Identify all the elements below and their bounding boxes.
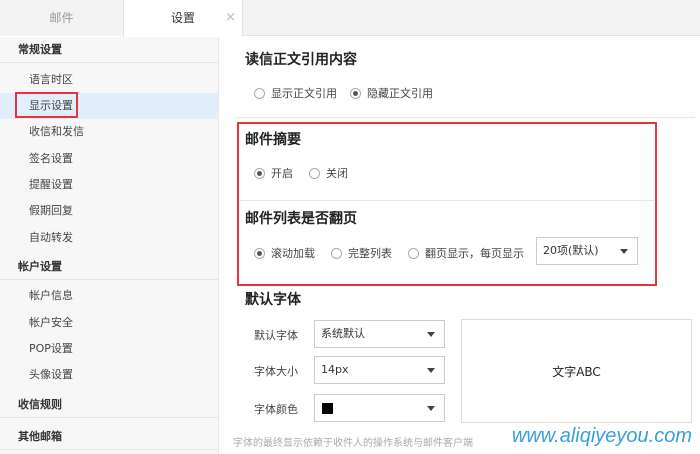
font-color-label: 字体颜色	[254, 403, 298, 416]
radio-circle	[350, 87, 361, 99]
radio-circle	[254, 167, 265, 179]
chevron-down-icon	[427, 332, 435, 337]
radio-circle	[254, 247, 265, 259]
radio-scroll-load[interactable]: 滚动加载	[254, 245, 315, 261]
paging-heading: 邮件列表是否翻页	[245, 211, 357, 227]
font-size-value: 14px	[321, 363, 349, 376]
chevron-down-icon	[427, 406, 435, 411]
sidebar-item-pop[interactable]: POP设置	[0, 336, 218, 362]
tab-bar: 邮件 设置 ×	[0, 0, 700, 37]
color-swatch	[322, 403, 333, 414]
per-page-value: 20项(默认)	[543, 244, 599, 257]
divider	[235, 117, 695, 118]
sidebar-item-avatar[interactable]: 头像设置	[0, 362, 218, 388]
font-preview: 文字ABC	[461, 319, 692, 423]
radio-circle	[254, 87, 265, 99]
sidebar-section-general[interactable]: 常规设置	[0, 37, 218, 63]
sidebar-section-other-mailbox[interactable]: 其他邮箱	[0, 424, 218, 450]
watermark: www.aliqiyeyou.com	[511, 425, 692, 447]
radio-label: 隐藏正文引用	[367, 87, 433, 100]
font-note: 字体的最终显示依赖于收件人的操作系统与邮件客户端	[233, 438, 473, 449]
radio-label: 滚动加载	[271, 247, 315, 260]
radio-label: 关闭	[326, 167, 348, 180]
radio-label: 完整列表	[348, 247, 392, 260]
settings-main: 读信正文引用内容 显示正文引用 隐藏正文引用 邮件摘要 开启 关闭 邮件列表是否…	[220, 37, 700, 454]
close-icon[interactable]: ×	[225, 0, 236, 36]
radio-paginate[interactable]: 翻页显示，每页显示	[408, 245, 524, 261]
font-heading: 默认字体	[245, 292, 301, 308]
per-page-select[interactable]: 20项(默认)	[536, 237, 638, 265]
radio-hide-quote[interactable]: 隐藏正文引用	[350, 85, 433, 101]
font-family-label: 默认字体	[254, 329, 298, 342]
radio-digest-on[interactable]: 开启	[254, 165, 293, 181]
divider	[240, 200, 654, 201]
sidebar-item-account-security[interactable]: 帐户安全	[0, 310, 218, 336]
sidebar-item-send-receive[interactable]: 收信和发信	[0, 119, 218, 145]
radio-label: 开启	[271, 167, 293, 180]
radio-circle	[408, 247, 419, 259]
chevron-down-icon	[620, 249, 628, 254]
sidebar-item-auto-forward[interactable]: 自动转发	[0, 225, 218, 251]
settings-sidebar: 常规设置 语言时区 显示设置 收信和发信 签名设置 提醒设置 假期回复 自动转发…	[0, 37, 219, 454]
radio-show-quote[interactable]: 显示正文引用	[254, 85, 337, 101]
tab-settings-label: 设置	[170, 11, 195, 25]
tab-settings[interactable]: 设置 ×	[123, 0, 243, 37]
quote-heading: 读信正文引用内容	[245, 52, 357, 68]
digest-heading: 邮件摘要	[245, 132, 301, 148]
font-family-value: 系统默认	[321, 327, 365, 340]
font-size-label: 字体大小	[254, 365, 298, 378]
chevron-down-icon	[427, 368, 435, 373]
radio-circle	[331, 247, 342, 259]
highlight-box	[15, 92, 78, 118]
radio-label: 显示正文引用	[271, 87, 337, 100]
sidebar-item-vacation-reply[interactable]: 假期回复	[0, 198, 218, 224]
font-family-select[interactable]: 系统默认	[314, 320, 445, 348]
sidebar-item-account-info[interactable]: 帐户信息	[0, 283, 218, 309]
sidebar-item-reminder[interactable]: 提醒设置	[0, 172, 218, 198]
tab-mail[interactable]: 邮件	[0, 0, 123, 36]
sidebar-section-rules[interactable]: 收信规则	[0, 392, 218, 418]
sidebar-item-signature[interactable]: 签名设置	[0, 146, 218, 172]
font-color-select[interactable]	[314, 394, 445, 422]
radio-label: 翻页显示，每页显示	[425, 247, 524, 260]
radio-digest-off[interactable]: 关闭	[309, 165, 348, 181]
font-preview-text: 文字ABC	[552, 364, 601, 379]
font-size-select[interactable]: 14px	[314, 356, 445, 384]
sidebar-item-language[interactable]: 语言时区	[0, 67, 218, 93]
radio-circle	[309, 167, 320, 179]
sidebar-section-account[interactable]: 帐户设置	[0, 254, 218, 280]
radio-full-list[interactable]: 完整列表	[331, 245, 392, 261]
